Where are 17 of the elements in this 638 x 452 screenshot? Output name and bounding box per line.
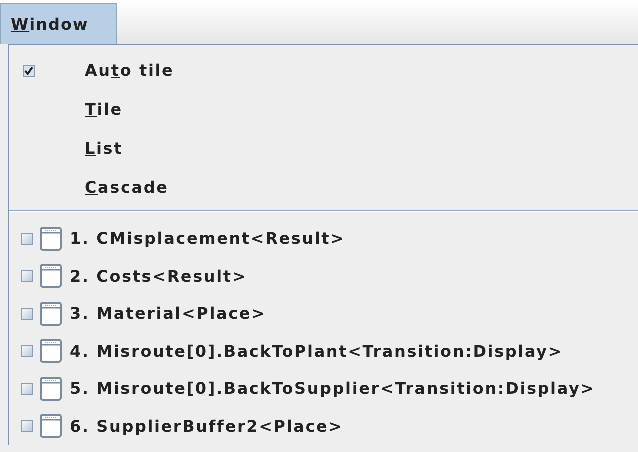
menu-item[interactable]: 6. SupplierBuffer2<Place> [70, 416, 344, 436]
menu-item[interactable]: Tile [85, 100, 123, 119]
menu-item[interactable]: Auto tile [85, 61, 174, 80]
window-icon [40, 302, 62, 326]
menu-item[interactable]: 2. Costs<Result> [70, 266, 248, 286]
window-icon [40, 376, 62, 401]
menu-item[interactable]: 4. Misroute[0].BackToPlant<Transition:Display> [70, 342, 563, 361]
window-icon [40, 226, 62, 251]
menu-item[interactable]: List [85, 139, 124, 158]
menu-item[interactable]: 5. Misroute[0].BackToSupplier<Transition:Display> [70, 379, 596, 398]
menu-item[interactable]: Cascade [85, 178, 169, 197]
window-icon [40, 414, 62, 438]
window-icon [40, 264, 62, 288]
window-icon [40, 339, 62, 364]
menu-title[interactable]: Window [0, 3, 117, 44]
menu-item[interactable]: 3. Material<Place> [70, 304, 266, 324]
menu-item[interactable]: 1. CMisplacement<Result> [70, 229, 346, 248]
